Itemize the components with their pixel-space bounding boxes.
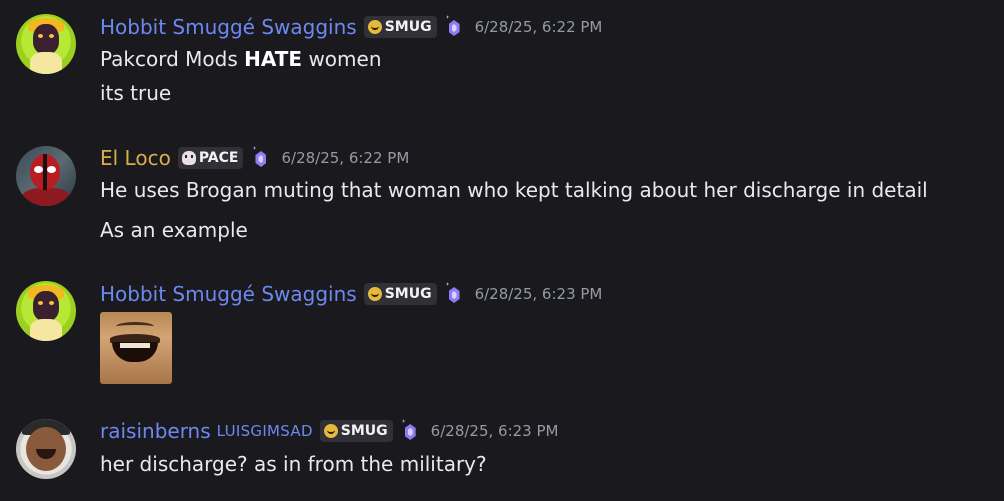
timestamp[interactable]: 6/28/25, 6:22 PM [281, 149, 409, 167]
role-tag[interactable]: PACE [177, 147, 244, 169]
timestamp[interactable]: 6/28/25, 6:23 PM [431, 422, 559, 440]
username[interactable]: raisinberns [100, 419, 211, 443]
avatar[interactable] [16, 281, 76, 341]
username[interactable]: Hobbit Smuggé Swaggins [100, 282, 357, 306]
message-text: Pakcord Mods HATE women [100, 47, 382, 71]
username[interactable]: El Loco [100, 146, 171, 170]
timestamp[interactable]: 6/28/25, 6:23 PM [475, 285, 603, 303]
message-text: her discharge? as in from the military? [100, 452, 487, 476]
role-tag-label: SMUG [384, 286, 432, 302]
server-boost-gem-icon[interactable] [401, 419, 419, 443]
role-tag[interactable]: SMUG [363, 283, 437, 305]
server-boost-gem-icon[interactable] [445, 15, 463, 39]
role-tag[interactable]: SMUG [319, 420, 393, 442]
avatar[interactable] [16, 146, 76, 206]
server-boost-gem-icon[interactable] [445, 282, 463, 306]
message-text: As an example [100, 218, 248, 242]
smug-face-icon [367, 287, 382, 301]
avatar[interactable] [16, 419, 76, 479]
role-tag-label: SMUG [340, 423, 388, 439]
timestamp[interactable]: 6/28/25, 6:22 PM [475, 18, 603, 36]
username-subtitle: LUISGIMSAD [216, 422, 313, 440]
message-text: its true [100, 81, 172, 105]
skull-icon [181, 151, 196, 165]
server-boost-gem-icon[interactable] [252, 146, 269, 170]
role-tag-label: PACE [198, 150, 239, 166]
username[interactable]: Hobbit Smuggé Swaggins [100, 15, 357, 39]
message-text: He uses Brogan muting that woman who kep… [100, 178, 928, 202]
laughing-man-emoji-image[interactable] [100, 312, 172, 384]
smug-face-icon [323, 424, 338, 438]
avatar[interactable] [16, 14, 76, 74]
smug-face-icon [367, 20, 382, 34]
role-tag-label: SMUG [384, 19, 432, 35]
role-tag[interactable]: SMUG [363, 16, 437, 38]
